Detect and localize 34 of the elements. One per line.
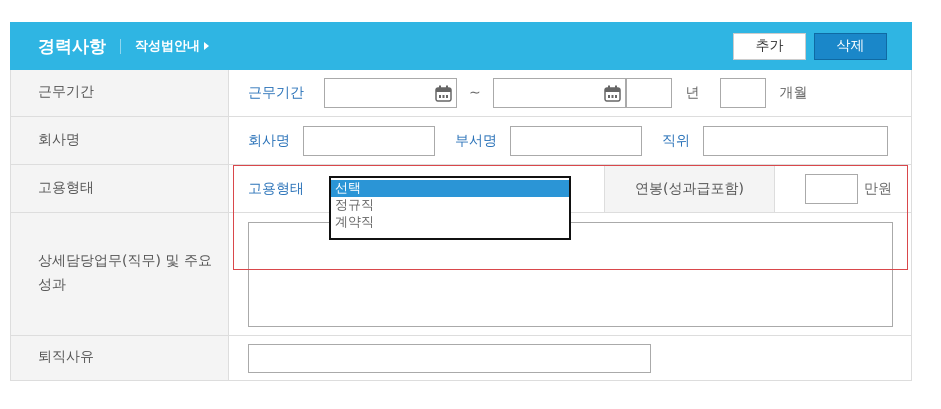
calendar-icon <box>604 84 621 102</box>
dropdown-option[interactable]: 정규직 <box>331 197 569 214</box>
salary-field[interactable] <box>805 174 858 204</box>
text-field[interactable] <box>703 126 888 156</box>
delete-button[interactable]: 삭제 <box>814 32 887 60</box>
field-label: 부서명 <box>455 132 497 150</box>
field-label: 근무기간 <box>248 84 304 102</box>
row-label: 회사명 <box>11 117 229 165</box>
salary-label: 연봉(성과급포함) <box>604 165 775 212</box>
range-separator: ~ <box>469 85 481 101</box>
unit-label: 년 <box>686 84 700 102</box>
date-field[interactable] <box>492 78 626 108</box>
years-field[interactable] <box>626 78 672 108</box>
row-label: 퇴직사유 <box>11 336 229 380</box>
row-label: 상세담당업무(직무) 및 주요성과 <box>11 213 229 336</box>
section-title: 경력사항 <box>38 36 106 58</box>
text-field[interactable] <box>510 126 642 156</box>
arrow-right-icon <box>204 42 209 50</box>
add-button[interactable]: 추가 <box>733 32 806 60</box>
field-label: 고용형태 <box>248 180 304 198</box>
months-field[interactable] <box>720 78 766 108</box>
text-field[interactable] <box>248 344 651 372</box>
date-field[interactable] <box>324 78 457 108</box>
calendar-icon <box>435 84 452 102</box>
row-label: 고용형태 <box>11 165 229 213</box>
field-label: 회사명 <box>248 132 290 150</box>
row-label: 근무기간 <box>11 70 229 117</box>
dropdown-option[interactable]: 계약직 <box>331 214 569 231</box>
dropdown-option[interactable]: 선택 <box>331 180 569 197</box>
unit-label: 만원 <box>864 180 892 198</box>
field-label: 직위 <box>662 132 690 150</box>
dropdown-list[interactable]: 선택 정규직 계약직 <box>329 176 571 240</box>
text-field[interactable] <box>303 126 435 156</box>
unit-label: 개월 <box>780 84 808 102</box>
